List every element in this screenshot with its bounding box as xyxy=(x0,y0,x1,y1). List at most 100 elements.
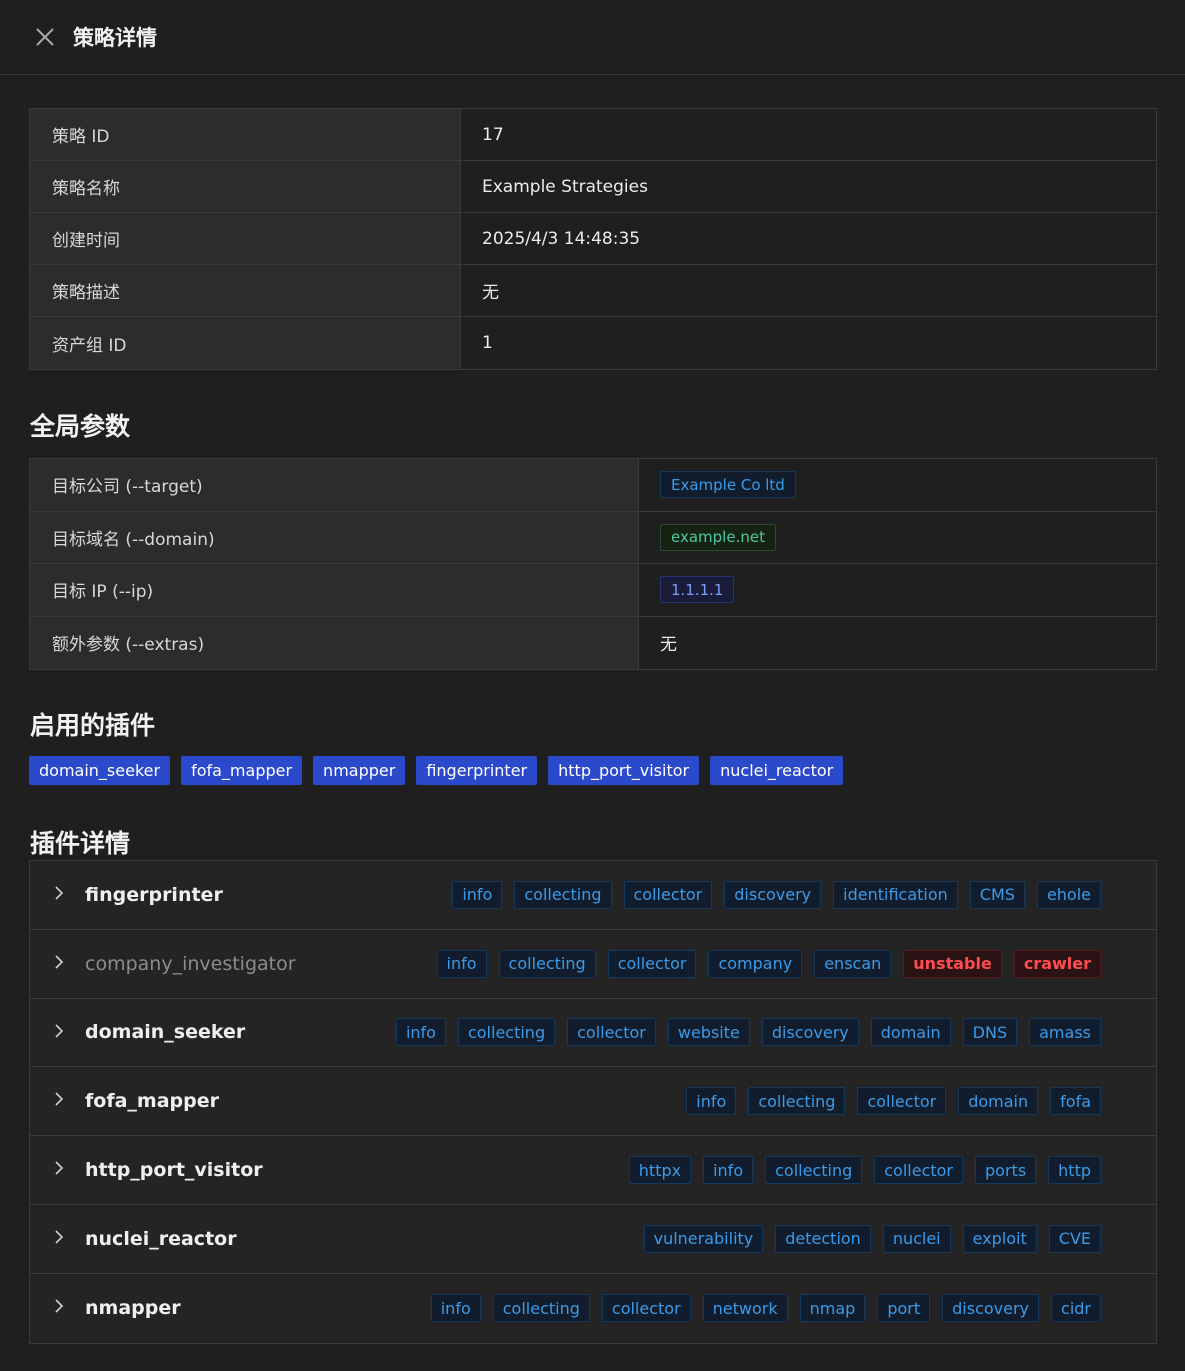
plugin-tag: port xyxy=(877,1294,931,1323)
plugin-tag: detection xyxy=(775,1224,871,1253)
plugin-tag: DNS xyxy=(962,1018,1018,1047)
plugin-tag: domain xyxy=(870,1018,951,1047)
chevron-right-icon xyxy=(52,1298,66,1313)
plugin-tags: info collecting collector company enscan unst… xyxy=(436,949,1101,978)
plugin-panel-header[interactable]: fofa_mapper info collecting collector domain… xyxy=(30,1067,1156,1137)
target-tag: Example Co ltd xyxy=(660,471,796,499)
plugin-tag: amass xyxy=(1029,1018,1101,1047)
plugin-tags: vulnerability detection nuclei exploit CVE xyxy=(643,1224,1101,1253)
plugin-tag: http xyxy=(1048,1156,1101,1185)
plugin-tag: company xyxy=(708,949,803,978)
enabled-plugin-tag: nmapper xyxy=(313,756,406,785)
plugin-tag: CVE xyxy=(1048,1224,1101,1253)
plugin-tags: info collecting collector discovery identifi… xyxy=(452,880,1101,909)
plugin-tag: discovery xyxy=(761,1018,859,1047)
info-row: 创建时间 2025/4/3 14:48:35 xyxy=(30,213,1156,265)
drawer-header: 策略详情 xyxy=(0,0,1185,75)
info-row: 策略描述 无 xyxy=(30,265,1156,317)
info-label: 策略描述 xyxy=(30,265,461,316)
enabled-plugin-tag: fofa_mapper xyxy=(181,756,303,785)
param-row: 目标 IP (--ip) 1.1.1.1 xyxy=(30,564,1156,617)
plugin-name: nuclei_reactor xyxy=(85,1227,237,1250)
plugin-tags: httpx info collecting collector ports http xyxy=(628,1156,1101,1185)
plugin-name: fingerprinter xyxy=(85,883,223,906)
chevron-right-icon xyxy=(52,1229,66,1244)
info-label: 策略名称 xyxy=(30,161,461,212)
plugin-tag: info xyxy=(703,1156,754,1185)
plugin-tags: info collecting collector domain fofa xyxy=(686,1087,1101,1116)
plugin-tag: vulnerability xyxy=(643,1224,764,1253)
plugin-tag: identification xyxy=(833,880,958,909)
plugin-tag: httpx xyxy=(628,1156,692,1185)
plugin-tag: collector xyxy=(607,949,697,978)
enabled-plugins-title: 启用的插件 xyxy=(30,711,156,740)
plugin-tag: fofa xyxy=(1050,1087,1101,1116)
close-icon[interactable] xyxy=(34,26,56,48)
param-label: 目标域名 (--domain) xyxy=(30,511,639,563)
chevron-right-icon xyxy=(52,885,66,900)
plugin-tag: cidr xyxy=(1051,1294,1101,1323)
plugin-name: nmapper xyxy=(85,1297,181,1320)
param-label: 目标公司 (--target) xyxy=(30,459,639,511)
param-value-cell: 1.1.1.1 xyxy=(639,564,1156,616)
plugin-name: domain_seeker xyxy=(85,1021,246,1044)
param-label: 目标 IP (--ip) xyxy=(30,564,639,616)
plugin-tag: collector xyxy=(857,1087,947,1116)
strategy-info-table: 策略 ID 17 策略名称 Example Strategies 创建时间 20… xyxy=(29,108,1157,370)
param-value-cell: Example Co ltd xyxy=(639,459,1156,511)
plugin-details-collapse: fingerprinter info collecting collector disc… xyxy=(29,860,1157,1344)
plugin-tag: collecting xyxy=(492,1294,590,1323)
plugin-tag: discovery xyxy=(942,1294,1040,1323)
plugin-tag: network xyxy=(702,1294,788,1323)
plugin-tag: collecting xyxy=(748,1087,846,1116)
plugin-tags: info collecting collector network nmap port di… xyxy=(430,1294,1101,1323)
enabled-plugin-tag: nuclei_reactor xyxy=(710,756,844,785)
plugin-tag: crawler xyxy=(1013,949,1101,978)
plugin-tag: info xyxy=(395,1018,446,1047)
enabled-plugins-list: domain_seeker fofa_mapper nmapper finger… xyxy=(29,756,844,785)
plugin-tag: enscan xyxy=(814,949,892,978)
plugin-panel-header[interactable]: nuclei_reactor vulnerability detection nucl… xyxy=(30,1204,1156,1274)
ip-tag: 1.1.1.1 xyxy=(660,576,735,604)
plugin-tag: unstable xyxy=(903,949,1002,978)
plugin-panel-header[interactable]: fingerprinter info collecting collector disc… xyxy=(30,861,1156,930)
info-row: 策略 ID 17 xyxy=(30,109,1156,161)
plugin-tag: website xyxy=(667,1018,750,1047)
plugin-tag: ehole xyxy=(1036,880,1101,909)
chevron-right-icon xyxy=(52,954,66,969)
plugin-tag: collector xyxy=(623,880,713,909)
drawer-title: 策略详情 xyxy=(73,26,157,50)
info-value: 1 xyxy=(461,317,1156,369)
info-label: 资产组 ID xyxy=(30,317,461,369)
plugin-tag: collector xyxy=(874,1156,964,1185)
enabled-plugin-tag: fingerprinter xyxy=(416,756,538,785)
plugin-tag: discovery xyxy=(724,880,822,909)
plugin-name: http_port_visitor xyxy=(85,1159,263,1182)
info-label: 创建时间 xyxy=(30,213,461,264)
plugin-tag: ports xyxy=(975,1156,1037,1185)
plugin-tag: info xyxy=(452,880,503,909)
plugin-tag: info xyxy=(430,1294,481,1323)
domain-tag: example.net xyxy=(660,523,776,551)
plugin-panel-header[interactable]: http_port_visitor httpx info collecting coll… xyxy=(30,1136,1156,1205)
plugin-name: company_investigator xyxy=(85,952,296,975)
chevron-right-icon xyxy=(52,1160,66,1175)
plugin-tags: info collecting collector website discovery d… xyxy=(395,1018,1101,1047)
param-row: 目标域名 (--domain) example.net xyxy=(30,511,1156,564)
plugin-tag: collecting xyxy=(457,1018,556,1047)
plugin-panel-header[interactable]: domain_seeker info collecting collector webs… xyxy=(30,998,1156,1068)
info-row: 策略名称 Example Strategies xyxy=(30,161,1156,213)
plugin-panel-header[interactable]: company_investigator info collecting collec… xyxy=(30,929,1156,999)
plugin-panel-header[interactable]: nmapper info collecting collector network nma… xyxy=(30,1273,1156,1343)
param-value: 无 xyxy=(639,616,1156,669)
info-value: 17 xyxy=(461,109,1156,160)
plugin-tag: collector xyxy=(601,1294,691,1323)
chevron-right-icon xyxy=(52,1023,66,1038)
plugin-tag: collecting xyxy=(514,880,612,909)
info-value: 2025/4/3 14:48:35 xyxy=(461,213,1156,264)
plugin-tag: collector xyxy=(567,1018,656,1047)
param-row: 额外参数 (--extras) 无 xyxy=(30,616,1156,669)
chevron-right-icon xyxy=(52,1091,66,1106)
info-label: 策略 ID xyxy=(30,109,461,160)
enabled-plugin-tag: domain_seeker xyxy=(29,756,171,785)
